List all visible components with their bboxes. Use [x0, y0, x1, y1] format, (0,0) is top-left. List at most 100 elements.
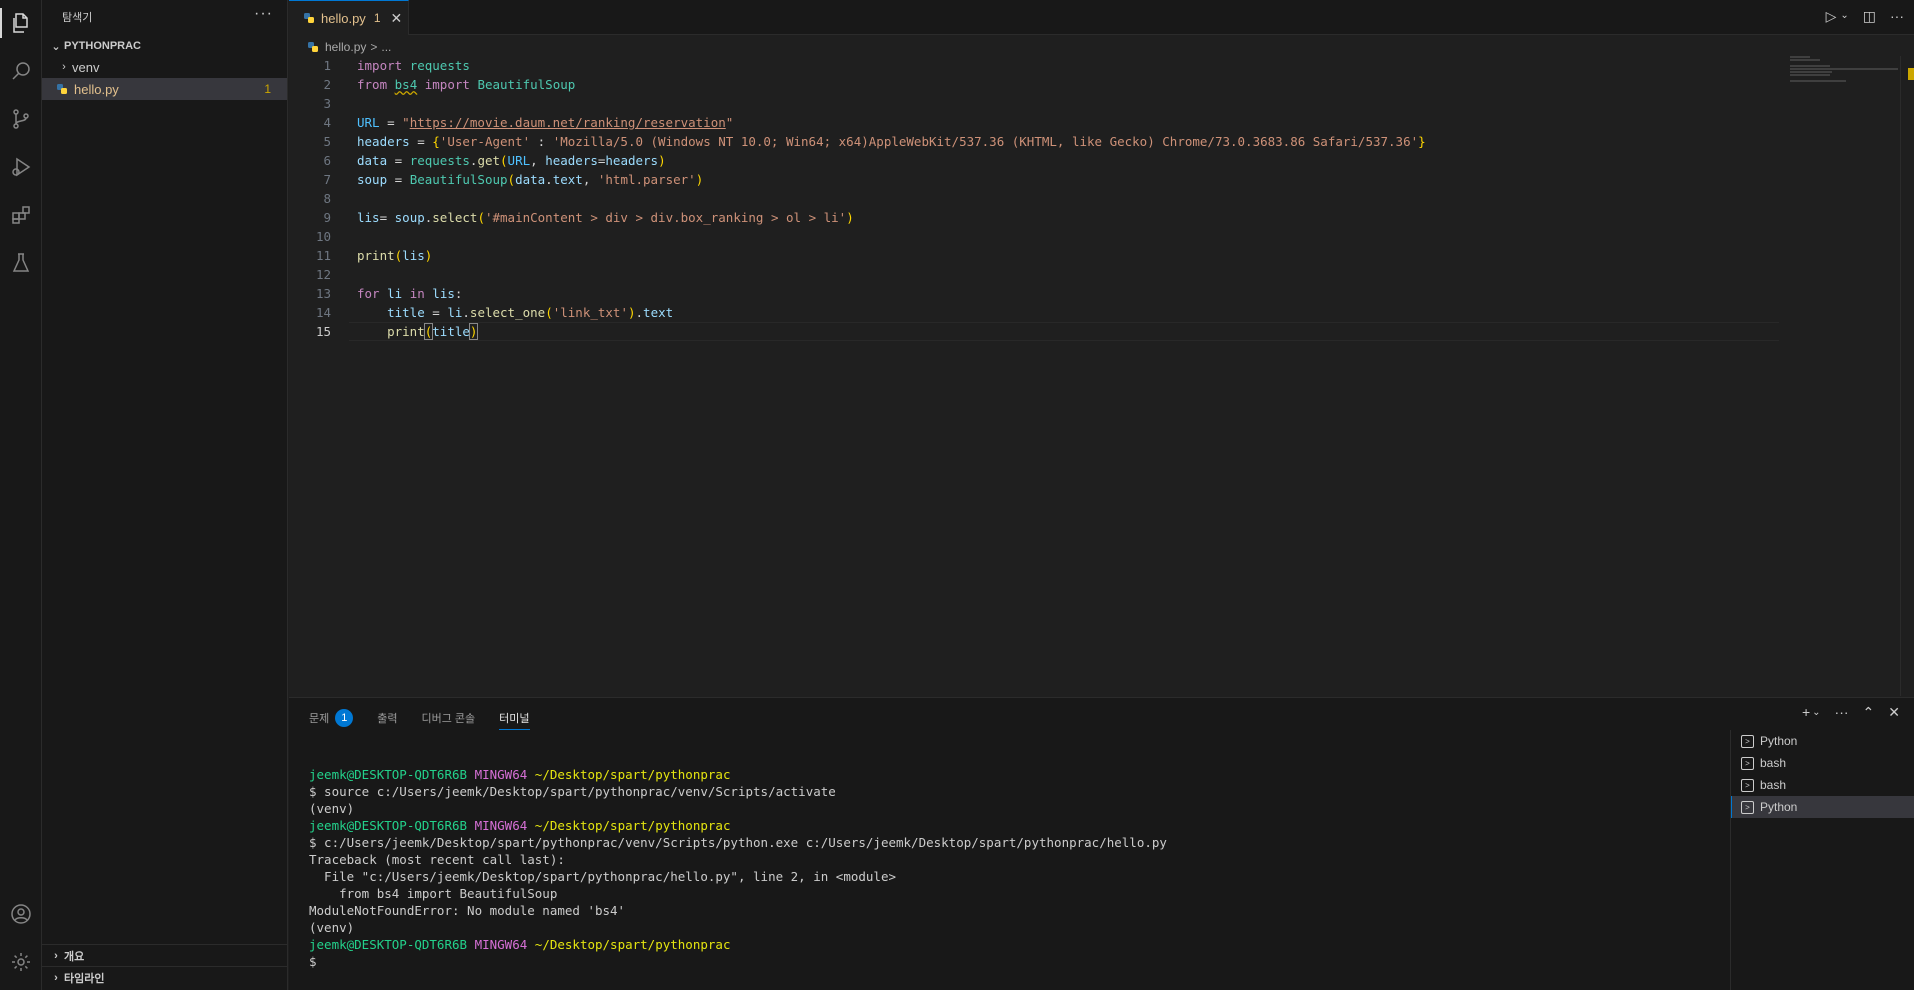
python-file-icon: [57, 84, 67, 94]
code-line[interactable]: 2 from bs4 import BeautifulSoup: [289, 75, 1779, 94]
terminal-line: $ c:/Users/jeemk/Desktop/spart/pythonpra…: [309, 835, 1167, 850]
code-line[interactable]: 10: [289, 227, 1779, 246]
explorer-title: 탐색기: [62, 12, 93, 24]
tab-problems[interactable]: 문제 1: [309, 706, 354, 730]
terminal-item-python-active[interactable]: > Python: [1731, 796, 1914, 818]
tab-label: 문제: [309, 713, 330, 725]
terminal-line: $ source c:/Users/jeemk/Desktop/spart/py…: [309, 784, 836, 799]
settings-gear-icon[interactable]: [0, 941, 42, 983]
terminal-output[interactable]: jeemk@DESKTOP-QDT6R6B MINGW64 ~/Desktop/…: [309, 766, 1167, 970]
testing-flask-icon[interactable]: [0, 242, 42, 284]
workspace-folder[interactable]: ⌄ PYTHONPRAC: [42, 36, 287, 56]
terminal-item-label: bash: [1760, 778, 1787, 792]
terminal-icon: >: [1741, 778, 1754, 792]
timeline-label: 타임라인: [64, 972, 105, 985]
terminal-icon: >: [1741, 800, 1754, 814]
code-line[interactable]: 4 URL = "https://movie.daum.net/ranking/r…: [289, 113, 1779, 132]
tree-item-label: hello.py: [74, 81, 119, 97]
editor-area: hello.py 1 ✕ ▷ ⌄ ◫ ··· hello.py > ... 1i…: [289, 0, 1914, 697]
activity-bar: [0, 0, 42, 990]
terminal-dropdown-chevron-icon[interactable]: ⌄: [1812, 707, 1820, 721]
terminal-line: (venv): [309, 920, 355, 935]
tab-hello-py[interactable]: hello.py 1 ✕: [289, 0, 409, 35]
chevron-right-icon: ›: [54, 949, 58, 962]
panel-actions: + ⌄ ··· ⌃ ✕: [1802, 704, 1900, 721]
new-terminal-plus-icon[interactable]: +: [1802, 704, 1810, 721]
chevron-right-icon: ›: [62, 61, 66, 73]
tab-label: 터미널: [499, 712, 530, 725]
terminal-item-python[interactable]: > Python: [1731, 730, 1914, 752]
bottom-panel: 문제 1 출력 디버그 콘솔 터미널 + ⌄ ··· ⌃ ✕ jeemk@DES…: [289, 697, 1914, 990]
editor-actions: ▷ ⌄ ◫ ···: [1826, 8, 1904, 25]
breadcrumb: hello.py > ...: [307, 37, 391, 57]
code-line[interactable]: 5 headers = {'User-Agent' : 'Mozilla/5.0 …: [289, 132, 1779, 151]
tab-problem-count: 1: [373, 11, 381, 25]
unresolved-import-warning: bs4: [394, 77, 418, 92]
maximize-panel-chevron-up-icon[interactable]: ⌃: [1863, 704, 1875, 721]
run-debug-icon[interactable]: [0, 146, 42, 188]
outline-section[interactable]: › 개요: [42, 944, 287, 966]
terminal-line: (venv): [309, 801, 355, 816]
terminal-line: jeemk@DESKTOP-QDT6R6B MINGW64 ~/Desktop/…: [309, 818, 731, 833]
code-line[interactable]: 1 import requests: [289, 56, 1779, 75]
python-file-icon: [304, 13, 314, 23]
terminal-line: from bs4 import BeautifulSoup: [309, 886, 558, 901]
breadcrumb-rest[interactable]: ...: [381, 40, 391, 54]
terminal-item-bash[interactable]: > bash: [1731, 752, 1914, 774]
problems-count-badge: 1: [335, 709, 354, 727]
more-actions-icon[interactable]: ···: [1890, 8, 1904, 25]
tree-item-venv[interactable]: › venv: [42, 56, 287, 78]
tab-output[interactable]: 출력: [377, 706, 397, 730]
code-line-current[interactable]: 15 print(title): [289, 322, 1779, 341]
more-actions-icon[interactable]: ···: [1835, 704, 1849, 721]
code-line[interactable]: 9 lis= soup.select('#mainContent > div > …: [289, 208, 1779, 227]
account-icon[interactable]: [0, 893, 42, 935]
terminal-icon: >: [1741, 734, 1754, 748]
extensions-icon[interactable]: [0, 194, 42, 236]
split-editor-icon[interactable]: ◫: [1863, 8, 1876, 25]
terminal-item-label: Python: [1760, 800, 1798, 814]
more-actions-icon[interactable]: ···: [254, 5, 273, 23]
terminal-item-bash[interactable]: > bash: [1731, 774, 1914, 796]
run-dropdown-chevron-icon[interactable]: ⌄: [1840, 10, 1848, 25]
warning-marker: [1908, 68, 1914, 80]
timeline-section[interactable]: › 타임라인: [42, 966, 287, 988]
code-line[interactable]: 12: [289, 265, 1779, 284]
tab-label: 출력: [377, 713, 398, 725]
terminal-prompt: $: [309, 954, 317, 969]
source-control-icon[interactable]: [0, 98, 42, 140]
terminal-line: ModuleNotFoundError: No module named 'bs…: [309, 903, 626, 918]
problem-count-badge: 1: [264, 82, 271, 96]
code-line[interactable]: 13 for li in lis:: [289, 284, 1779, 303]
terminal-line: jeemk@DESKTOP-QDT6R6B MINGW64 ~/Desktop/…: [309, 767, 731, 782]
tab-debug-console[interactable]: 디버그 콘솔: [422, 706, 476, 730]
code-line[interactable]: 11 print(lis): [289, 246, 1779, 265]
outline-label: 개요: [64, 950, 85, 963]
run-icon[interactable]: ▷: [1826, 8, 1837, 25]
code-line[interactable]: 8: [289, 189, 1779, 208]
tab-label: hello.py: [321, 10, 366, 26]
code-editor[interactable]: 1 import requests 2 from bs4 import Beauti…: [289, 56, 1779, 341]
code-line[interactable]: 6 data = requests.get(URL, headers=header…: [289, 151, 1779, 170]
editor-scrollbar[interactable]: [1900, 56, 1914, 696]
close-panel-icon[interactable]: ✕: [1888, 704, 1900, 721]
terminal-line: File "c:/Users/jeemk/Desktop/spart/pytho…: [309, 869, 896, 884]
editor-tab-bar: hello.py 1 ✕ ▷ ⌄ ◫ ···: [289, 0, 1914, 35]
tree-item-hello-py[interactable]: hello.py 1: [42, 78, 287, 100]
terminal-item-label: bash: [1760, 756, 1787, 770]
minimap[interactable]: [1790, 56, 1900, 96]
explorer-icon[interactable]: [0, 2, 42, 44]
tab-label: 디버그 콘솔: [421, 713, 476, 725]
terminal-line: Traceback (most recent call last):: [309, 852, 565, 867]
chevron-down-icon: ⌄: [51, 40, 61, 53]
code-line[interactable]: 14 title = li.select_one('link_txt').tex…: [289, 303, 1779, 322]
explorer-sidebar: 탐색기 ··· ⌄ PYTHONPRAC › venv hello.py 1 ›…: [42, 0, 288, 990]
workspace-folder-label: PYTHONPRAC: [64, 40, 142, 52]
breadcrumb-file[interactable]: hello.py: [325, 40, 366, 54]
breadcrumb-separator: >: [370, 40, 378, 54]
code-line[interactable]: 7 soup = BeautifulSoup(data.text, 'html.p…: [289, 170, 1779, 189]
tab-terminal[interactable]: 터미널: [499, 706, 530, 730]
search-icon[interactable]: [0, 50, 42, 92]
close-icon[interactable]: ✕: [391, 10, 403, 27]
code-line[interactable]: 3: [289, 94, 1779, 113]
